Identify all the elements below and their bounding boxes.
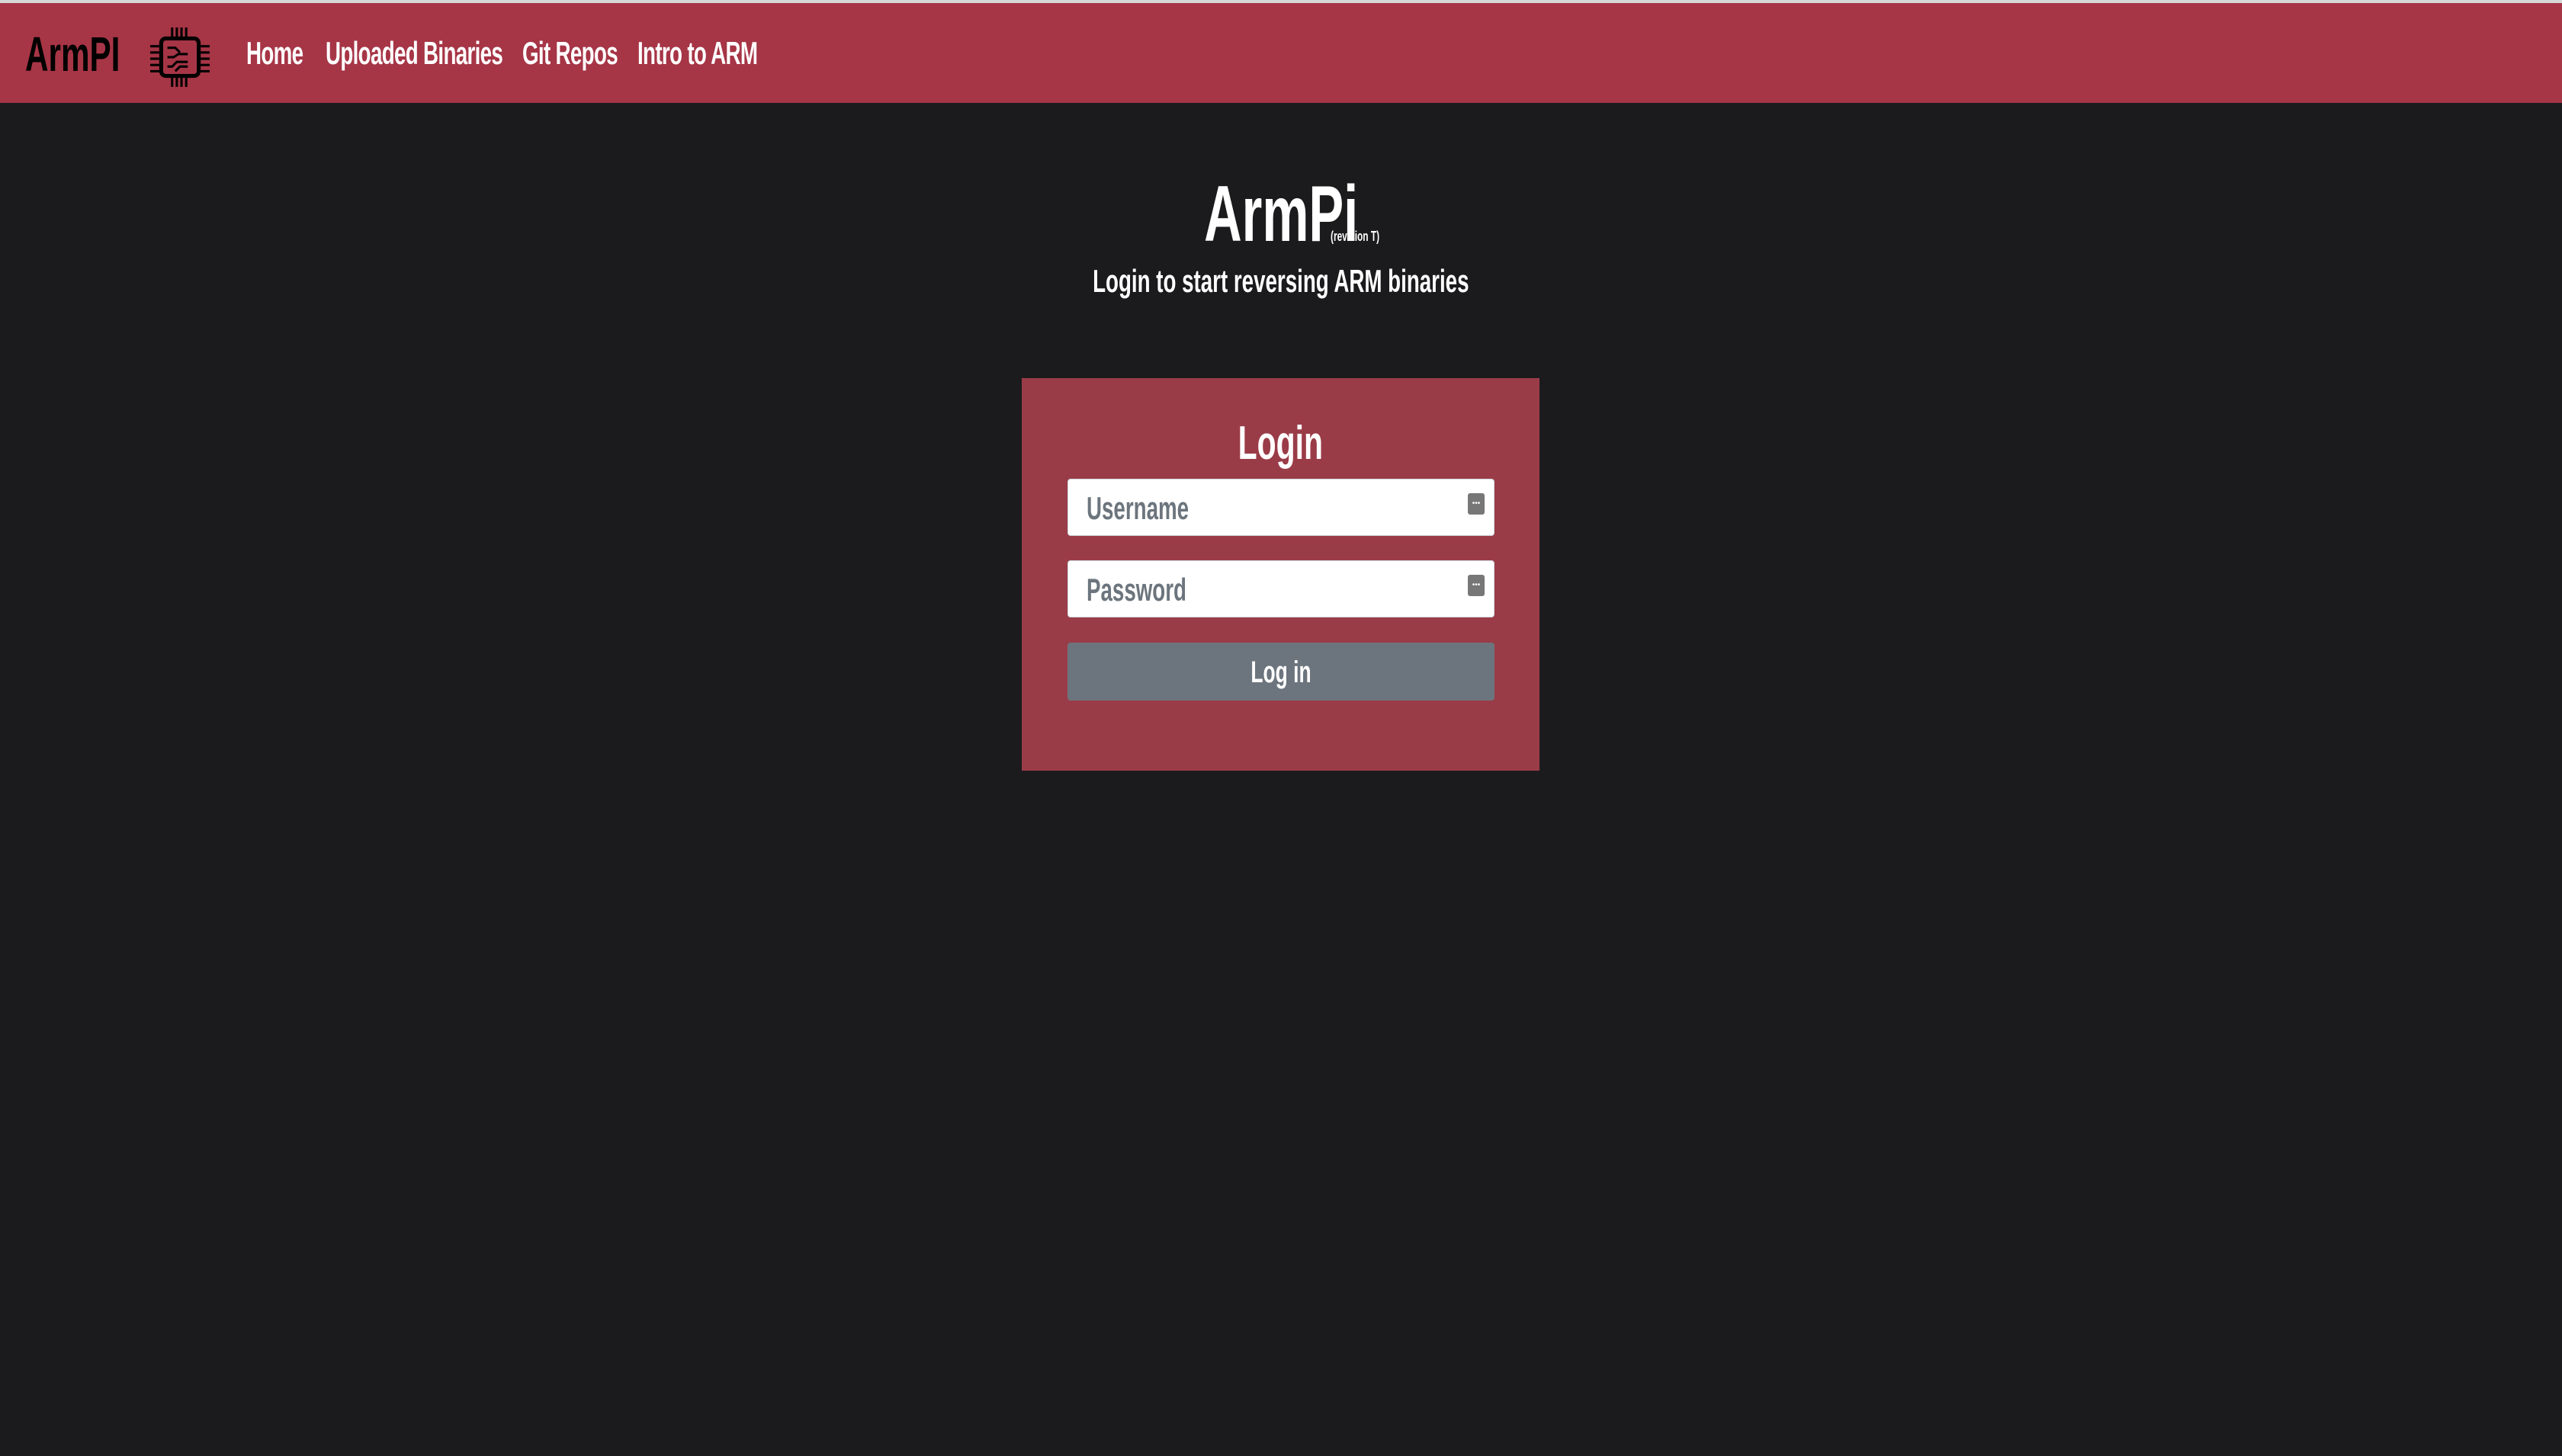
- login-button-label: Log in: [1250, 656, 1312, 689]
- login-card: Login Username ••• Password ••• Log in: [1022, 378, 1539, 771]
- nav-intro-to-arm[interactable]: Intro to ARM: [637, 35, 758, 72]
- username-input[interactable]: [1068, 479, 1494, 535]
- page-subtitle: Login to start reversing ARM binaries: [0, 263, 2562, 300]
- login-button[interactable]: Log in: [1068, 643, 1494, 701]
- page-title: ArmPi: [0, 169, 2562, 260]
- password-manager-icon[interactable]: •••: [1468, 493, 1485, 515]
- password-input[interactable]: [1068, 561, 1494, 617]
- password-manager-icon[interactable]: •••: [1468, 575, 1485, 596]
- password-field[interactable]: Password •••: [1068, 560, 1494, 617]
- username-field[interactable]: Username •••: [1068, 479, 1494, 536]
- nav-home[interactable]: Home: [246, 35, 303, 72]
- nav-uploaded-binaries[interactable]: Uploaded Binaries: [326, 35, 503, 72]
- page-subtitle-text: Login to start reversing ARM binaries: [1093, 263, 1469, 299]
- cpu-chip-icon: [150, 27, 210, 87]
- login-heading-text: Login: [1238, 417, 1324, 470]
- brand-logo-text[interactable]: ArmPI: [25, 26, 120, 82]
- navbar: ArmPI Home Uploaded Binaries Git Repos I…: [0, 3, 2562, 103]
- revision-label: (revision T): [1331, 229, 1380, 244]
- nav-git-repos[interactable]: Git Repos: [522, 35, 618, 72]
- page-title-text: ArmPi: [1203, 170, 1359, 258]
- login-heading: Login: [1022, 416, 1539, 470]
